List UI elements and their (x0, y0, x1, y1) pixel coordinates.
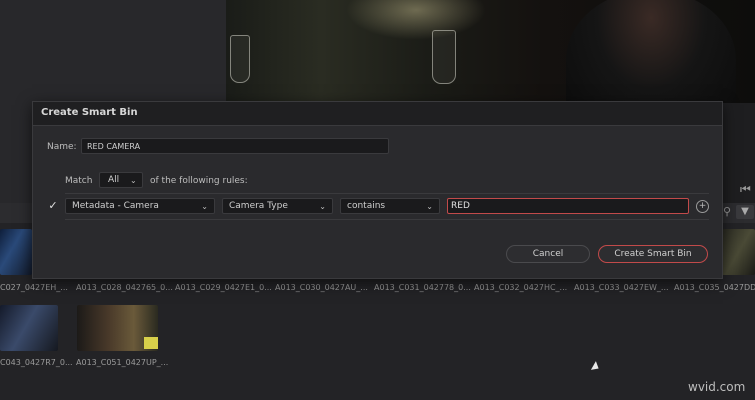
clip-name: A013_C031_042778_0... (374, 283, 471, 292)
clip-thumbnail[interactable] (0, 229, 32, 275)
rule-value-input[interactable]: RED (447, 198, 689, 214)
rule-operator-dropdown[interactable]: contains ⌄ (340, 198, 440, 214)
wine-glass (230, 35, 250, 83)
rule-property-value: Camera Type (229, 201, 288, 211)
clip-name: A013_C029_0427E1_0... (175, 283, 272, 292)
clip-name: A013_C028_042765_0... (76, 283, 173, 292)
clip-thumbnail[interactable] (0, 305, 58, 351)
previous-frame-icon[interactable]: ⏮ (740, 182, 751, 197)
create-smart-bin-dialog: Create Smart Bin Name: RED CAMERA Match … (32, 101, 723, 279)
divider (65, 193, 709, 194)
clip-color-tag (144, 337, 158, 349)
create-smart-bin-button[interactable]: Create Smart Bin (598, 245, 708, 263)
clip-name: C043_0427R7_0... (0, 358, 73, 367)
video-viewer (226, 0, 755, 103)
chevron-down-icon: ⌄ (201, 202, 208, 211)
chevron-down-icon: ⌄ (426, 202, 433, 211)
dialog-header: Create Smart Bin (33, 102, 722, 126)
divider (65, 219, 709, 220)
clip-name: C027_0427EH_... (0, 283, 68, 292)
wine-glass (432, 30, 456, 84)
clip-name: A013_C030_0427AU_... (275, 283, 368, 292)
viewer-subject (566, 0, 736, 103)
clip-name: A013_C035_0427DD_... (674, 283, 755, 292)
rule-operator-value: contains (347, 201, 386, 211)
clip-name: A013_C033_0427EW_... (574, 283, 669, 292)
chevron-down-icon: ⌄ (130, 176, 137, 185)
rules-label: of the following rules: (150, 176, 248, 186)
chevron-down-icon: ⌄ (319, 202, 326, 211)
rule-field-dropdown[interactable]: Metadata - Camera ⌄ (65, 198, 215, 214)
match-label: Match (65, 176, 93, 186)
rule-field-value: Metadata - Camera (72, 201, 159, 211)
cancel-button[interactable]: Cancel (506, 245, 590, 263)
dialog-title: Create Smart Bin (41, 107, 138, 118)
match-value: All (108, 175, 120, 185)
lamp-glow (346, 0, 486, 40)
name-field[interactable]: RED CAMERA (81, 138, 389, 154)
name-label: Name: (47, 142, 77, 152)
checkmark-icon: ✓ (48, 199, 58, 212)
zoom-icon[interactable]: ▼ (736, 205, 754, 219)
rule-enabled-checkbox[interactable]: ✓ (47, 200, 59, 212)
watermark: wvid.com (688, 380, 746, 394)
clip-name: A013_C032_0427HC_... (474, 283, 568, 292)
clip-thumbnail[interactable] (77, 305, 158, 351)
plus-circle-icon[interactable]: + (696, 200, 709, 213)
match-select[interactable]: All ⌄ (99, 172, 143, 188)
clip-name: A013_C051_0427UP_... (76, 358, 169, 367)
clip-thumbnail[interactable] (722, 229, 755, 275)
rule-property-dropdown[interactable]: Camera Type ⌄ (222, 198, 333, 214)
